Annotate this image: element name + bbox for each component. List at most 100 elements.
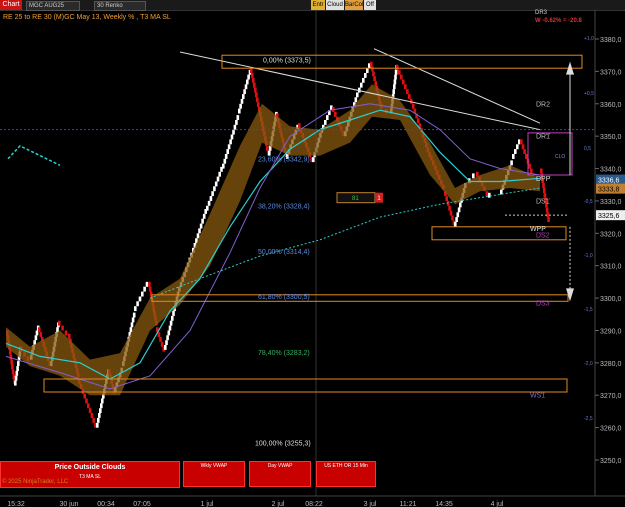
- price-tick-label: 3270,0: [600, 393, 622, 400]
- renko-brick: [131, 317, 135, 323]
- renko-brick: [371, 66, 374, 72]
- price-tick-label: 3350,0: [600, 134, 622, 141]
- renko-brick: [257, 102, 260, 108]
- renko-brick: [199, 223, 203, 229]
- instrument-selector[interactable]: MGC AUG25: [26, 1, 80, 11]
- pivot-label: DR1: [536, 134, 550, 141]
- renko-brick: [98, 413, 101, 418]
- renko-brick: [198, 228, 201, 234]
- renko-brick: [145, 281, 149, 287]
- renko-brick: [201, 218, 204, 224]
- price-chart[interactable]: 3380,0 3370,0 3360,0 3350,0 3340,0 3330,0 3320…: [0, 11, 625, 507]
- renko-brick: [514, 149, 517, 154]
- renko-brick: [160, 341, 164, 347]
- renko-brick: [209, 196, 213, 201]
- renko-brick: [448, 205, 451, 211]
- percent-tick-label: -2,5: [584, 416, 593, 422]
- barcol-button[interactable]: BarCol: [345, 0, 363, 10]
- renko-brick: [236, 115, 240, 120]
- renko-brick: [398, 69, 401, 75]
- renko-brick: [227, 144, 231, 150]
- time-tick-label: 3 jul: [364, 501, 377, 507]
- price-tick-label: 3370,0: [600, 69, 622, 76]
- renko-brick: [168, 325, 172, 331]
- price-tick-label: 3330,0: [600, 199, 622, 206]
- us-eth-or-button[interactable]: US ETH OR 15 Min: [316, 461, 376, 487]
- percent-tick-label: -0,5: [584, 199, 593, 205]
- renko-brick: [542, 183, 545, 188]
- percent-tick-label: +1,0: [584, 36, 594, 42]
- renko-brick: [362, 77, 365, 83]
- renko-brick: [449, 210, 453, 216]
- percent-tick-label: -1,5: [584, 307, 593, 313]
- renko-brick: [243, 89, 246, 95]
- renko-brick: [11, 364, 14, 370]
- fib-level-label: 50,00% (3314,4): [258, 249, 310, 256]
- bar-type-selector[interactable]: 30 Renko: [94, 1, 146, 11]
- price-tick-label: 3250,0: [600, 458, 622, 465]
- price-tick-label: 3380,0: [600, 37, 622, 44]
- renko-brick: [400, 74, 403, 80]
- renko-brick: [516, 144, 519, 150]
- renko-brick: [166, 335, 169, 341]
- renko-brick: [512, 154, 515, 159]
- renko-brick: [525, 154, 528, 159]
- mid-price-tag: 3333,8: [598, 187, 620, 194]
- renko-brick: [141, 291, 144, 297]
- renko-brick: [233, 124, 237, 130]
- renko-brick: [164, 345, 167, 350]
- last-price-tag: 3336,6: [598, 178, 620, 185]
- renko-brick: [396, 64, 399, 70]
- time-tick-label: 08:22: [305, 501, 323, 507]
- renko-brick: [129, 327, 133, 333]
- time-tick-label: 00:34: [97, 501, 115, 507]
- renko-brick: [17, 361, 20, 367]
- day-vwap-button[interactable]: Day VWAP: [249, 461, 311, 487]
- time-tick-label: 07:05: [133, 501, 151, 507]
- renko-brick: [230, 134, 234, 140]
- renko-brick: [213, 186, 216, 192]
- renko-brick: [523, 149, 526, 154]
- time-tick-label: 15:32: [7, 501, 25, 507]
- renko-brick: [232, 129, 235, 135]
- renko-brick: [207, 200, 211, 206]
- renko-brick: [64, 330, 68, 336]
- renko-brick: [240, 98, 244, 104]
- renko-brick: [34, 335, 38, 341]
- renko-brick: [172, 311, 175, 316]
- renko-brick: [196, 233, 200, 239]
- renko-brick: [542, 188, 546, 193]
- price-tick-label: 3290,0: [600, 328, 622, 335]
- renko-brick: [15, 370, 19, 376]
- renko-brick: [35, 330, 39, 336]
- wkly-vwap-button[interactable]: Wkly VWAP: [183, 461, 245, 487]
- time-tick-label: 14:35: [435, 501, 453, 507]
- off-button[interactable]: Off: [364, 0, 376, 10]
- renko-brick: [360, 82, 363, 88]
- renko-brick: [101, 398, 104, 404]
- renko-brick: [312, 157, 315, 163]
- renko-brick: [354, 97, 358, 103]
- renko-brick: [83, 393, 86, 399]
- entry-button[interactable]: Entr: [311, 0, 325, 10]
- renko-brick: [159, 336, 162, 342]
- renko-brick: [394, 69, 398, 75]
- renko-brick: [211, 191, 214, 197]
- renko-brick: [373, 76, 376, 82]
- renko-brick: [92, 417, 95, 423]
- percent-tick-label: -1,0: [584, 253, 593, 259]
- pivot-label: DS3: [536, 300, 550, 307]
- price-axis: 3380,0 3370,0 3360,0 3350,0 3340,0 3330,0 3320…: [595, 37, 622, 465]
- cloud-button[interactable]: Cloud: [326, 0, 344, 10]
- renko-brick: [85, 398, 88, 404]
- fib-level-label: 78,40% (3283,2): [258, 350, 310, 357]
- percent-tick-label: -2,0: [584, 361, 593, 367]
- renko-brick: [393, 79, 397, 85]
- chart-tab[interactable]: Chart: [0, 0, 22, 10]
- renko-brick: [326, 115, 329, 120]
- renko-brick: [39, 332, 43, 337]
- renko-brick: [454, 222, 457, 227]
- renko-brick: [455, 217, 458, 222]
- renko-brick: [366, 68, 369, 73]
- renko-brick: [14, 380, 17, 386]
